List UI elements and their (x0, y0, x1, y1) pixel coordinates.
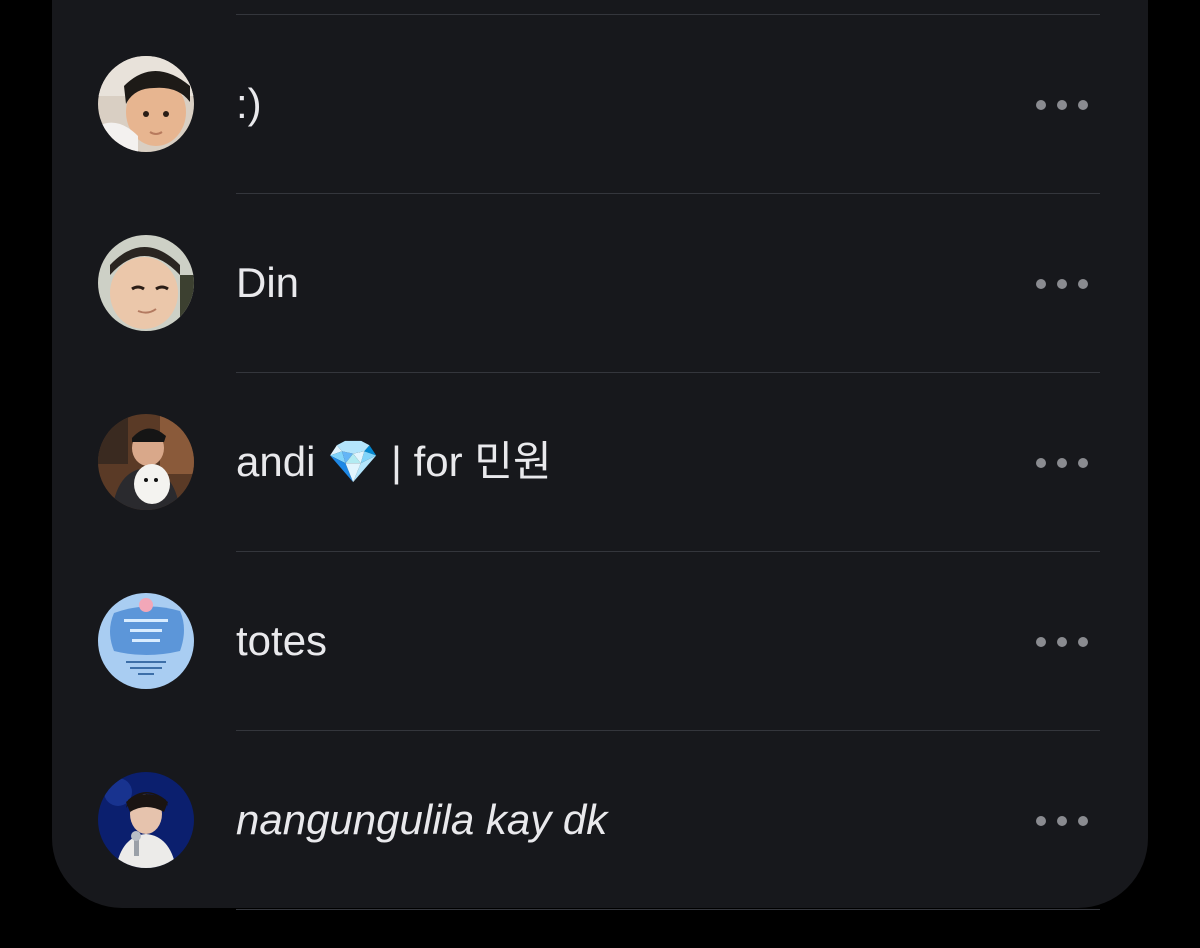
more-options-icon[interactable] (1036, 812, 1098, 828)
list-item[interactable]: nangungulila kay dk (52, 730, 1148, 909)
more-options-icon[interactable] (1036, 96, 1098, 112)
more-options-icon[interactable] (1036, 454, 1098, 470)
account-name-suffix: | for 민원 (391, 438, 552, 485)
account-name: Din (236, 259, 300, 306)
avatar (98, 414, 194, 510)
more-options-icon[interactable] (1036, 275, 1098, 291)
account-name: andi 💎 | for 민원 (236, 436, 552, 488)
account-name-prefix: andi (236, 438, 316, 485)
account-name: totes (236, 617, 328, 664)
divider (236, 909, 1100, 910)
account-name: :) (236, 80, 262, 127)
list-item[interactable]: :) (52, 14, 1148, 193)
avatar (98, 593, 194, 689)
list-item[interactable]: Din (52, 193, 1148, 372)
more-options-icon[interactable] (1036, 633, 1098, 649)
list-item[interactable]: totes (52, 551, 1148, 730)
avatar (98, 56, 194, 152)
avatar (98, 772, 194, 868)
list-item[interactable]: andi 💎 | for 민원 (52, 372, 1148, 551)
avatar (98, 235, 194, 331)
diamond-emoji-icon: 💎 (327, 438, 380, 485)
account-name: nangungulila kay dk (236, 796, 608, 843)
